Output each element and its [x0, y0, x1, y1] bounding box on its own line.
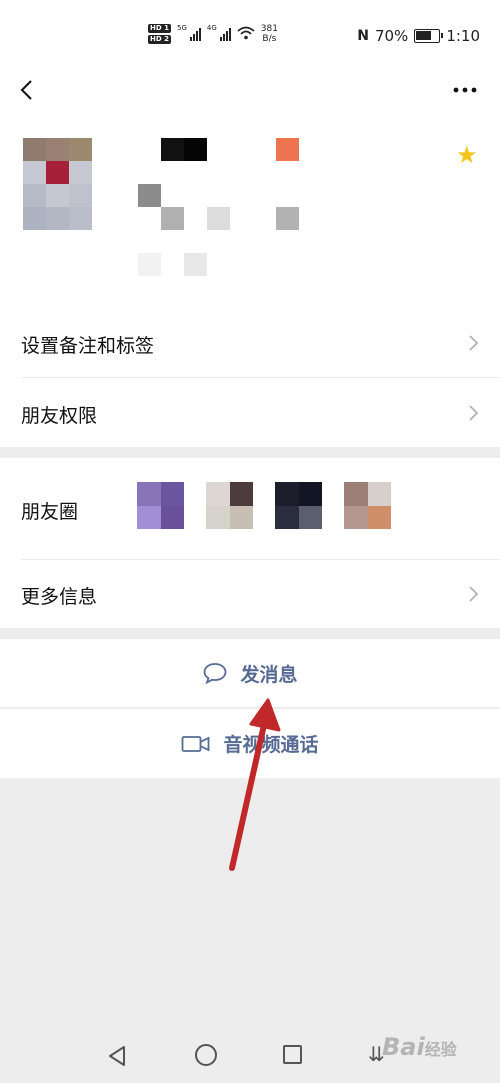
moments-thumbnail	[275, 482, 322, 529]
pixelated-id-block	[161, 207, 184, 230]
remark-tags-label: 设置备注和标签	[21, 335, 155, 357]
pixelated-id-block	[138, 253, 161, 276]
battery-percent: 70%	[374, 27, 409, 45]
pixelated-id-block	[184, 253, 207, 276]
send-message-button[interactable]: 发消息	[0, 639, 500, 708]
send-message-label: 发消息	[240, 663, 298, 686]
battery-icon	[414, 29, 444, 43]
nav-back-icon[interactable]	[107, 1045, 127, 1067]
video-call-button[interactable]: 音视频通话	[0, 709, 500, 778]
pixelated-id-block	[207, 207, 230, 230]
chevron-right-icon	[469, 335, 479, 351]
moments-label: 朋友圈	[21, 501, 79, 523]
profile-card: ★	[0, 110, 500, 308]
status-bar: HD 1 HD 2 5G 4G 381 B/s N 70% 1:10	[0, 0, 500, 70]
hd-badges: HD 1 HD 2	[148, 24, 171, 44]
chevron-right-icon	[469, 405, 479, 421]
more-info-cell[interactable]: 更多信息	[0, 560, 500, 628]
hd2-badge: HD 2	[148, 35, 171, 44]
chat-bubble-icon	[204, 663, 227, 685]
nav-header	[0, 70, 500, 110]
nav-recents-icon[interactable]	[283, 1045, 302, 1064]
moments-thumbnail	[344, 482, 391, 529]
signal-icon	[189, 27, 201, 41]
network-speed: 381 B/s	[261, 24, 278, 44]
moments-thumbnail	[206, 482, 253, 529]
chevron-left-icon[interactable]	[16, 78, 40, 102]
baidu-watermark: Bai经验	[382, 1033, 457, 1061]
star-icon: ★	[456, 141, 478, 169]
friend-permissions-label: 朋友权限	[21, 405, 98, 427]
watermark-suffix: 经验	[424, 1040, 457, 1059]
video-camera-icon	[182, 735, 210, 752]
network-4g-label: 4G	[206, 24, 217, 32]
pixelated-name-block	[161, 138, 184, 161]
ellipsis-icon[interactable]	[452, 80, 478, 100]
wifi-icon	[237, 26, 255, 43]
pixelated-name-block	[184, 138, 207, 161]
moments-thumbnails	[137, 482, 391, 529]
moments-thumbnail	[137, 482, 184, 529]
friend-permissions-cell[interactable]: 朋友权限	[0, 378, 500, 447]
status-bar-right: N 70% 1:10	[357, 27, 480, 45]
pixelated-name-block	[276, 138, 299, 161]
hd1-badge: HD 1	[148, 24, 171, 33]
nfc-icon: N	[357, 28, 369, 44]
nav-home-icon[interactable]	[195, 1044, 217, 1066]
clock: 1:10	[446, 27, 480, 45]
network-speed-unit: B/s	[262, 34, 277, 44]
network-5g-label: 5G	[176, 24, 187, 32]
battery-fill	[416, 31, 431, 40]
signal-icon-2	[219, 27, 231, 41]
chevron-right-icon	[469, 586, 479, 602]
pixelated-id-block	[138, 184, 161, 207]
more-info-label: 更多信息	[21, 586, 98, 608]
remark-tags-cell[interactable]: 设置备注和标签	[0, 308, 500, 378]
status-bar-signals: HD 1 HD 2 5G 4G 381 B/s	[148, 24, 278, 44]
watermark-brand: Bai	[382, 1033, 425, 1061]
video-call-label: 音视频通话	[223, 734, 319, 756]
pixelated-id-block	[276, 207, 299, 230]
network-speed-value: 381	[260, 24, 278, 34]
avatar[interactable]	[23, 138, 92, 230]
